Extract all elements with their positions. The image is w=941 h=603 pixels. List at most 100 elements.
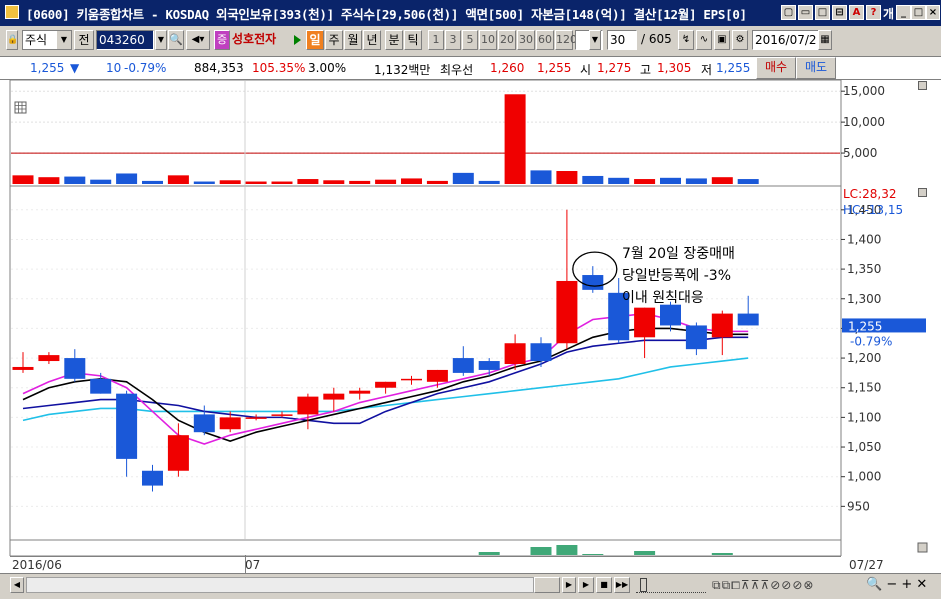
- speed-slider-handle[interactable]: [640, 578, 647, 592]
- chevron-down-icon[interactable]: ▼: [589, 30, 601, 50]
- lock-icon[interactable]: 🔒: [6, 30, 18, 50]
- search-icon[interactable]: 🔍: [168, 30, 184, 50]
- volume: 884,353: [194, 61, 244, 75]
- minute-option[interactable]: 120: [555, 30, 577, 50]
- volume-bar: [64, 176, 86, 184]
- minute-option[interactable]: 60: [536, 30, 554, 50]
- volume-axis-label: 10,000: [843, 115, 885, 129]
- period-tab-day[interactable]: 일: [306, 30, 324, 50]
- market-type-select[interactable]: 주식 ▼: [22, 30, 72, 50]
- play-icon[interactable]: ▶: [578, 577, 594, 593]
- close-button[interactable]: ×: [926, 5, 940, 20]
- window-tool-button-1[interactable]: ▢: [781, 5, 796, 20]
- image-icon[interactable]: ▣: [714, 30, 730, 50]
- prev-button[interactable]: 전: [74, 30, 94, 50]
- chart-toolbar: 🔒 주식 ▼ 전 043260 ▼ 🔍 ◀▾ 증 성호전자 일 주 월 년 분 틱…: [0, 26, 941, 57]
- hc-label: HC:-13,15: [843, 203, 903, 217]
- sub-indicator-bar: [556, 545, 578, 555]
- minute-option[interactable]: 3: [445, 30, 461, 50]
- minimize-button[interactable]: _: [896, 5, 911, 20]
- minute-option[interactable]: 30: [517, 30, 535, 50]
- minimize-pane-icon[interactable]: [918, 81, 927, 90]
- chart-tool-icon[interactable]: ↯: [678, 30, 694, 50]
- volume-bar: [38, 177, 60, 184]
- candle-body: [685, 325, 707, 350]
- minute-option[interactable]: 1: [428, 30, 444, 50]
- volume-bar: [116, 173, 138, 184]
- stock-code-input[interactable]: 043260: [96, 30, 154, 50]
- volume-bar: [219, 180, 241, 184]
- minute-option[interactable]: 5: [462, 30, 478, 50]
- period-tab-week[interactable]: 주: [325, 30, 343, 50]
- volume-bar: [90, 179, 112, 184]
- scroll-left-icon[interactable]: ◀: [10, 577, 24, 593]
- volume-bar: [478, 180, 500, 184]
- help-button[interactable]: ?: [866, 5, 881, 20]
- maximize-button[interactable]: □: [911, 5, 926, 20]
- sell-button[interactable]: 매도: [796, 57, 836, 79]
- volume-bar: [245, 181, 267, 184]
- drawing-tools-icons[interactable]: ⧉⧉⧠⊼⊼⊼⊘⊘⊘⊗: [712, 578, 814, 593]
- candle-body: [245, 417, 267, 419]
- candle-body: [297, 396, 319, 415]
- display-count-input[interactable]: 30: [607, 30, 637, 50]
- candle-body: [634, 307, 656, 338]
- candle-body: [64, 358, 86, 379]
- zoom-icons[interactable]: 🔍 − + ✕: [866, 577, 927, 592]
- period-tab-tick[interactable]: 틱: [404, 30, 422, 50]
- volume-bar: [556, 171, 578, 184]
- code-dropdown-icon[interactable]: ▼: [155, 30, 167, 50]
- volume-bar: [685, 178, 707, 184]
- window-tool-button-2[interactable]: ▭: [798, 5, 813, 20]
- stop-icon[interactable]: ■: [596, 577, 612, 593]
- price-change: 10: [106, 61, 122, 75]
- period-tab-minute[interactable]: 분: [385, 30, 403, 50]
- date-label-start: 2016/06: [12, 558, 62, 572]
- period-tab-month[interactable]: 월: [344, 30, 362, 50]
- volume-bar: [737, 179, 759, 184]
- window-tool-button-4[interactable]: ⊟: [832, 5, 847, 20]
- scroll-right-icon[interactable]: ▶: [562, 577, 576, 593]
- fast-forward-icon[interactable]: ▶▶: [614, 577, 630, 593]
- minute-option[interactable]: 20: [498, 30, 516, 50]
- period-tab-year[interactable]: 년: [363, 30, 381, 50]
- price-axis-label: 1,350: [847, 262, 881, 276]
- speaker-icon[interactable]: ◀▾: [186, 30, 210, 50]
- volume-bar: [375, 179, 397, 184]
- candle-body: [142, 470, 163, 486]
- font-button[interactable]: A: [849, 5, 864, 20]
- change-down-icon: ▼: [70, 61, 80, 75]
- candle-body: [349, 390, 371, 394]
- buy-button[interactable]: 매수: [756, 57, 796, 79]
- date-label-end: 07/27: [849, 558, 884, 572]
- sub-indicator-bar: [582, 554, 604, 555]
- scrollbar-thumb[interactable]: [534, 577, 560, 593]
- volume-bar: [452, 172, 474, 184]
- window-titlebar: [0600] 키움종합차트 - KOSDAQ 외국인보유[393(천)] 주식수…: [0, 0, 941, 26]
- candle-body: [401, 378, 422, 381]
- date-axis: 2016/06 07: [10, 555, 841, 574]
- candle-body: [452, 358, 474, 373]
- line-tool-icon[interactable]: ∿: [696, 30, 712, 50]
- price-axis-label: 1,400: [847, 232, 881, 246]
- high-price: 1,305: [657, 61, 692, 75]
- minute-option[interactable]: 10: [479, 30, 497, 50]
- candle-body: [737, 313, 759, 326]
- last-price-pct: -0.79%: [850, 334, 892, 348]
- window-tool-button-3[interactable]: □: [815, 5, 830, 20]
- calendar-icon[interactable]: ▦: [818, 30, 832, 50]
- volume-bar: [193, 181, 215, 184]
- play-icon[interactable]: [294, 35, 301, 45]
- date-separator: [245, 555, 246, 573]
- gear-icon[interactable]: ⚙: [732, 30, 748, 50]
- candle-body: [193, 414, 215, 433]
- grid-toggle-icon[interactable]: [14, 101, 27, 114]
- volume-bar: [323, 180, 345, 184]
- price-axis-label: 1,000: [847, 470, 881, 484]
- horizontal-scrollbar[interactable]: [26, 577, 534, 593]
- volume-bar: [660, 177, 681, 184]
- minimize-pane-icon[interactable]: [917, 542, 928, 553]
- volume-bar: [634, 179, 656, 184]
- minimize-pane-icon[interactable]: [918, 188, 927, 197]
- candle-body: [219, 417, 241, 430]
